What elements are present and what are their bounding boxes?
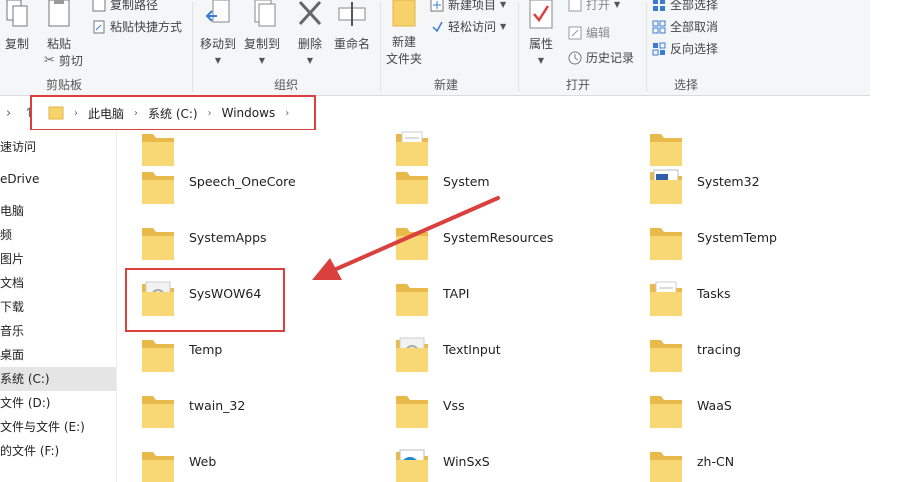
red-arrow-annotation bbox=[312, 196, 500, 280]
window-edge bbox=[870, 0, 900, 482]
